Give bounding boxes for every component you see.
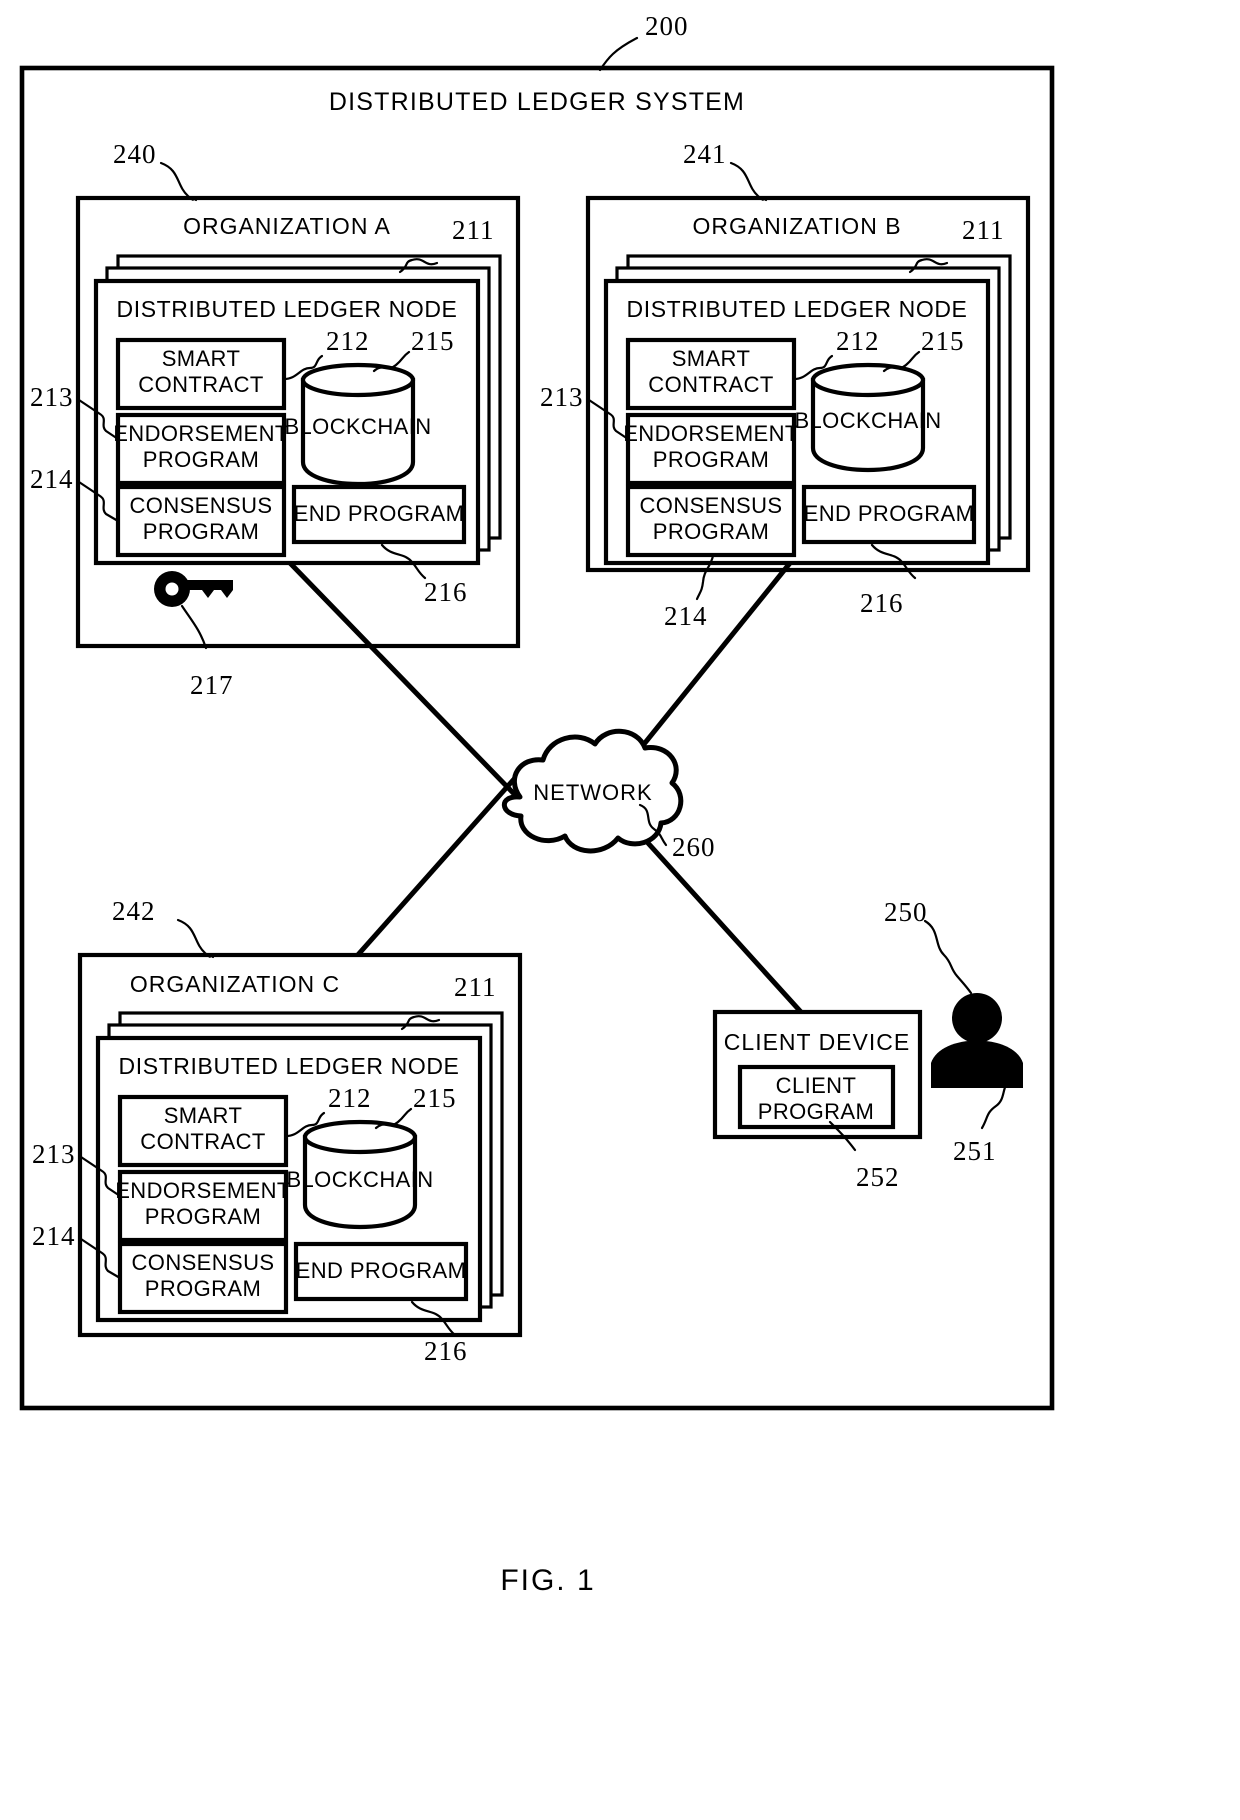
org-a-217-ref: 217 [190,670,234,700]
org-a-215-ref: 215 [411,326,455,356]
org-b-consensus-label-1: CONSENSUS [640,493,783,518]
org-a-node-ref-number: 211 [452,215,495,245]
client-program-label-2: PROGRAM [758,1099,874,1124]
org-a-endorsement-label-2: PROGRAM [143,447,259,472]
network-ref-number: 260 [672,832,716,862]
client-252-ref: 252 [856,1162,900,1192]
org-a-214-ref: 214 [30,464,74,494]
org-b-214-ref: 214 [664,601,708,631]
org-a-consensus-label-2: PROGRAM [143,519,259,544]
org-c-consensus-label-1: CONSENSUS [132,1250,275,1275]
org-a-title: ORGANIZATION A [183,213,391,239]
client-device-title: CLIENT DEVICE [724,1029,910,1055]
figure-canvas: 200 DISTRIBUTED LEDGER SYSTEM 240 ORGANI… [0,0,1240,1820]
org-b-ref-number: 241 [683,139,727,169]
client-250-ref: 250 [884,897,928,927]
org-b-title: ORGANIZATION B [692,213,901,239]
organization-a-group: 240 ORGANIZATION A 211 DISTRIBUTED LEDGE… [30,139,521,700]
client-program-label-1: CLIENT [776,1073,857,1098]
org-c-215-ref: 215 [413,1083,457,1113]
org-b-node-ref-number: 211 [962,215,1005,245]
org-c-node-title: DISTRIBUTED LEDGER NODE [119,1053,460,1079]
org-c-blockchain-label: BLOCKCHAIN [286,1167,433,1192]
org-a-smart-contract-label-1: SMART [162,346,241,371]
org-a-consensus-label-1: CONSENSUS [130,493,273,518]
figure-caption: FIG. 1 [500,1564,595,1597]
org-a-216-ref: 216 [424,577,468,607]
org-c-node-ref-number: 211 [454,972,497,1002]
org-c-213-ref: 213 [32,1139,76,1169]
org-b-smart-contract-label-2: CONTRACT [648,372,773,397]
patent-figure-svg: 200 DISTRIBUTED LEDGER SYSTEM 240 ORGANI… [19,11,1055,1597]
org-c-smart-contract-label-2: CONTRACT [140,1129,265,1154]
org-c-end-program-label: END PROGRAM [296,1258,467,1283]
org-b-endorsement-label-2: PROGRAM [653,447,769,472]
client-251-ref: 251 [953,1136,997,1166]
org-b-216-ref: 216 [860,588,904,618]
org-b-blockchain-label: BLOCKCHAIN [794,408,941,433]
org-a-212-ref: 212 [326,326,370,356]
org-a-213-ref: 213 [30,382,74,412]
org-a-ref-number: 240 [113,139,157,169]
network-label: NETWORK [533,780,652,805]
system-ref-leader [598,36,639,72]
org-c-212-ref: 212 [328,1083,372,1113]
org-b-node-title: DISTRIBUTED LEDGER NODE [627,296,968,322]
organization-b-group: 241 ORGANIZATION B 211 DISTRIBUTED LEDGE… [540,139,1031,631]
organization-c-group: 242 ORGANIZATION C 211 DISTRIBUTED LEDGE… [32,896,523,1366]
org-a-node-title: DISTRIBUTED LEDGER NODE [117,296,458,322]
org-c-endorsement-label-1: ENDORSEMENT [115,1178,291,1203]
org-c-consensus-label-2: PROGRAM [145,1276,261,1301]
org-c-smart-contract-label-1: SMART [164,1103,243,1128]
org-b-213-ref: 213 [540,382,584,412]
org-b-212-ref: 212 [836,326,880,356]
org-c-216-ref: 216 [424,1336,468,1366]
org-a-smart-contract-label-2: CONTRACT [138,372,263,397]
org-b-215-ref: 215 [921,326,965,356]
org-a-endorsement-label-1: ENDORSEMENT [113,421,289,446]
org-b-smart-contract-label-1: SMART [672,346,751,371]
org-a-end-program-label: END PROGRAM [294,501,465,526]
org-a-blockchain-label: BLOCKCHAIN [284,414,431,439]
org-c-214-ref: 214 [32,1221,76,1251]
org-b-endorsement-label-1: ENDORSEMENT [623,421,799,446]
system-ref-number: 200 [645,11,689,41]
system-title: DISTRIBUTED LEDGER SYSTEM [329,88,745,116]
org-b-end-program-label: END PROGRAM [804,501,975,526]
org-c-endorsement-label-2: PROGRAM [145,1204,261,1229]
org-b-consensus-label-2: PROGRAM [653,519,769,544]
org-c-title: ORGANIZATION C [130,971,340,997]
org-c-ref-number: 242 [112,896,156,926]
